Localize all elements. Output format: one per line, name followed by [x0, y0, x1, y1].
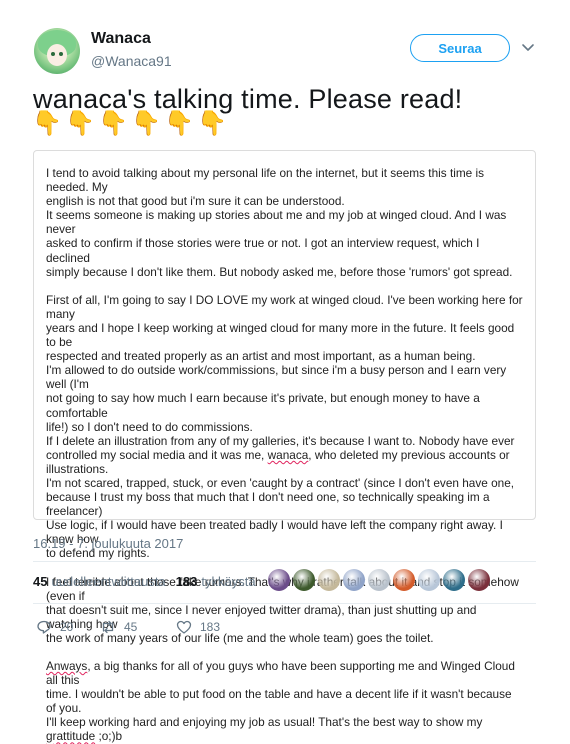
avatar-face [47, 44, 67, 66]
reply-icon [37, 620, 51, 634]
heart-icon [176, 620, 192, 634]
liker-avatar[interactable] [268, 569, 290, 591]
reply-count: 20 [60, 620, 74, 634]
liker-avatar[interactable] [418, 569, 440, 591]
liker-avatar[interactable] [443, 569, 465, 591]
pointing-down-icon: 👇 [164, 110, 194, 137]
liker-avatar[interactable] [468, 569, 490, 591]
chevron-down-icon[interactable] [519, 38, 537, 56]
follow-button[interactable]: Seuraa [410, 34, 510, 62]
avatar-eye [59, 52, 63, 56]
pointing-down-icon: 👇 [65, 110, 95, 137]
liker-avatar[interactable] [393, 569, 415, 591]
tweet-timestamp[interactable]: 16.19 - 7. joulukuuta 2017 [33, 536, 183, 551]
liker-avatar[interactable] [293, 569, 315, 591]
like-action-count: 183 [200, 620, 221, 634]
retweet-button[interactable]: 45 [100, 619, 176, 635]
retweet-icon [102, 620, 114, 634]
like-label[interactable]: tykkäystä [201, 574, 255, 589]
engagement-stats: 45 uudelleentwiittausta 183 tykkäystä [33, 574, 256, 589]
avatar[interactable] [34, 28, 80, 74]
tweet-actions: 20 45 183 [36, 619, 220, 635]
divider [33, 603, 536, 604]
reply-button[interactable]: 20 [36, 619, 100, 635]
like-count[interactable]: 183 [176, 574, 198, 589]
pointing-down-icon: 👇 [197, 110, 227, 137]
note-paragraph: I tend to avoid talking about my persona… [46, 166, 513, 279]
liker-avatar[interactable] [368, 569, 390, 591]
liker-avatar[interactable] [318, 569, 340, 591]
pointing-down-icon: 👇 [98, 110, 128, 137]
retweet-action-count: 45 [124, 620, 138, 634]
liker-avatars [268, 569, 490, 591]
pointing-down-icon: 👇 [131, 110, 161, 137]
liker-avatar[interactable] [343, 569, 365, 591]
attached-note-image[interactable]: I tend to avoid talking about my persona… [33, 150, 536, 743]
note-text: , a big thanks for all of you guys who h… [46, 659, 515, 730]
note-text: ;o;)b [95, 729, 123, 744]
like-button[interactable]: 183 [176, 619, 220, 635]
emoji-row: 👇 👇 👇 👇 👇 👇 [32, 109, 227, 138]
display-name[interactable]: Wanaca [91, 30, 151, 48]
avatar-eye [51, 52, 55, 56]
note-paragraph: Anways, a big thanks for all of you guys… [46, 659, 523, 744]
retweet-label[interactable]: uudelleentwiittausta [51, 574, 165, 589]
pointing-down-icon: 👇 [32, 110, 62, 137]
note-text: First of all, I'm going to say I DO LOVE… [46, 292, 523, 462]
misspelled-word: wanaca [267, 447, 309, 462]
divider [33, 561, 536, 562]
misspelled-word: Anways [46, 659, 88, 673]
misspelled-word: grattitude [46, 729, 96, 744]
retweet-count[interactable]: 45 [33, 574, 47, 589]
note-paragraph: First of all, I'm going to say I DO LOVE… [46, 293, 523, 561]
user-handle[interactable]: @Wanaca91 [91, 53, 172, 69]
